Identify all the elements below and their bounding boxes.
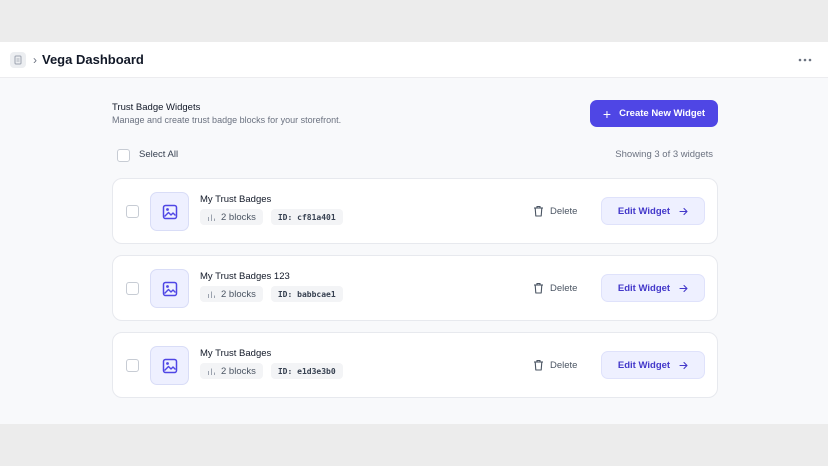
- widget-thumbnail: [150, 269, 189, 308]
- widget-name: My Trust Badges: [200, 348, 272, 359]
- delete-button[interactable]: Delete: [533, 280, 577, 296]
- trash-icon: [534, 205, 543, 217]
- top-backdrop: [0, 0, 828, 42]
- trash-icon: [534, 282, 543, 294]
- widget-card: My Trust Badges 123 2 blocks ID: babbcae…: [112, 255, 718, 321]
- widget-list: My Trust Badges 2 blocks ID: cf81a401 De…: [112, 178, 718, 409]
- create-widget-label: Create New Widget: [619, 108, 706, 119]
- breadcrumb-separator: ›: [33, 52, 37, 67]
- delete-label: Delete: [550, 282, 578, 294]
- more-horizontal-icon: [798, 58, 812, 62]
- app-window: › Vega Dashboard Trust Badge Widgets Man…: [0, 42, 828, 424]
- bar-chart-icon: [208, 291, 215, 298]
- bar-chart-icon: [208, 214, 215, 221]
- widget-name: My Trust Badges 123: [200, 271, 290, 282]
- blocks-badge: 2 blocks: [200, 363, 263, 379]
- image-icon: [162, 204, 177, 219]
- create-widget-button[interactable]: + Create New Widget: [590, 100, 718, 127]
- widget-thumbnail: [150, 192, 189, 231]
- edit-widget-label: Edit Widget: [617, 282, 671, 294]
- blocks-badge: 2 blocks: [200, 209, 263, 225]
- arrow-right-icon: [679, 361, 688, 369]
- delete-button[interactable]: Delete: [533, 357, 577, 373]
- widget-thumbnail: [150, 346, 189, 385]
- widget-id: ID: babbcae1: [270, 286, 343, 302]
- widget-id: ID: e1d3e3b0: [270, 363, 343, 379]
- delete-button[interactable]: Delete: [533, 203, 577, 219]
- blocks-badge: 2 blocks: [200, 286, 263, 302]
- page-title: Trust Badge Widgets: [112, 102, 201, 113]
- delete-label: Delete: [550, 205, 578, 217]
- widget-id: ID: cf81a401: [270, 209, 343, 225]
- selection-bar: Select All Showing 3 of 3 widgets: [112, 148, 718, 162]
- bottom-backdrop: [0, 424, 828, 466]
- blocks-count: 2 blocks: [221, 365, 256, 377]
- document-icon[interactable]: [10, 51, 26, 68]
- main-content: Trust Badge Widgets Manage and create tr…: [112, 78, 718, 398]
- blocks-count: 2 blocks: [221, 211, 256, 223]
- trash-icon: [534, 359, 543, 371]
- widget-checkbox[interactable]: [126, 359, 139, 372]
- delete-label: Delete: [550, 359, 578, 371]
- title-bar: › Vega Dashboard: [0, 42, 828, 78]
- edit-widget-label: Edit Widget: [617, 359, 671, 371]
- edit-widget-button[interactable]: Edit Widget: [601, 274, 705, 302]
- select-all-checkbox[interactable]: [117, 149, 130, 162]
- page-subtitle: Manage and create trust badge blocks for…: [112, 115, 342, 125]
- blocks-count: 2 blocks: [221, 288, 256, 300]
- bar-chart-icon: [208, 368, 215, 375]
- window-title: Vega Dashboard: [42, 52, 144, 67]
- widget-checkbox[interactable]: [126, 205, 139, 218]
- select-all-label: Select All: [139, 149, 179, 160]
- widget-count: Showing 3 of 3 widgets: [615, 149, 713, 160]
- widget-checkbox[interactable]: [126, 282, 139, 295]
- widget-meta: 2 blocks ID: e1d3e3b0: [200, 363, 343, 379]
- widget-meta: 2 blocks ID: cf81a401: [200, 209, 343, 225]
- page-header: Trust Badge Widgets Manage and create tr…: [112, 78, 718, 134]
- widget-meta: 2 blocks ID: babbcae1: [200, 286, 343, 302]
- widget-card: My Trust Badges 2 blocks ID: e1d3e3b0 De…: [112, 332, 718, 398]
- edit-widget-button[interactable]: Edit Widget: [601, 197, 705, 225]
- more-options-button[interactable]: [796, 51, 814, 69]
- edit-widget-button[interactable]: Edit Widget: [601, 351, 705, 379]
- arrow-right-icon: [679, 207, 688, 215]
- image-icon: [162, 281, 177, 296]
- widget-card: My Trust Badges 2 blocks ID: cf81a401 De…: [112, 178, 718, 244]
- image-icon: [162, 358, 177, 373]
- edit-widget-label: Edit Widget: [617, 205, 671, 217]
- arrow-right-icon: [679, 284, 688, 292]
- widget-name: My Trust Badges: [200, 194, 272, 205]
- plus-icon: +: [602, 105, 612, 122]
